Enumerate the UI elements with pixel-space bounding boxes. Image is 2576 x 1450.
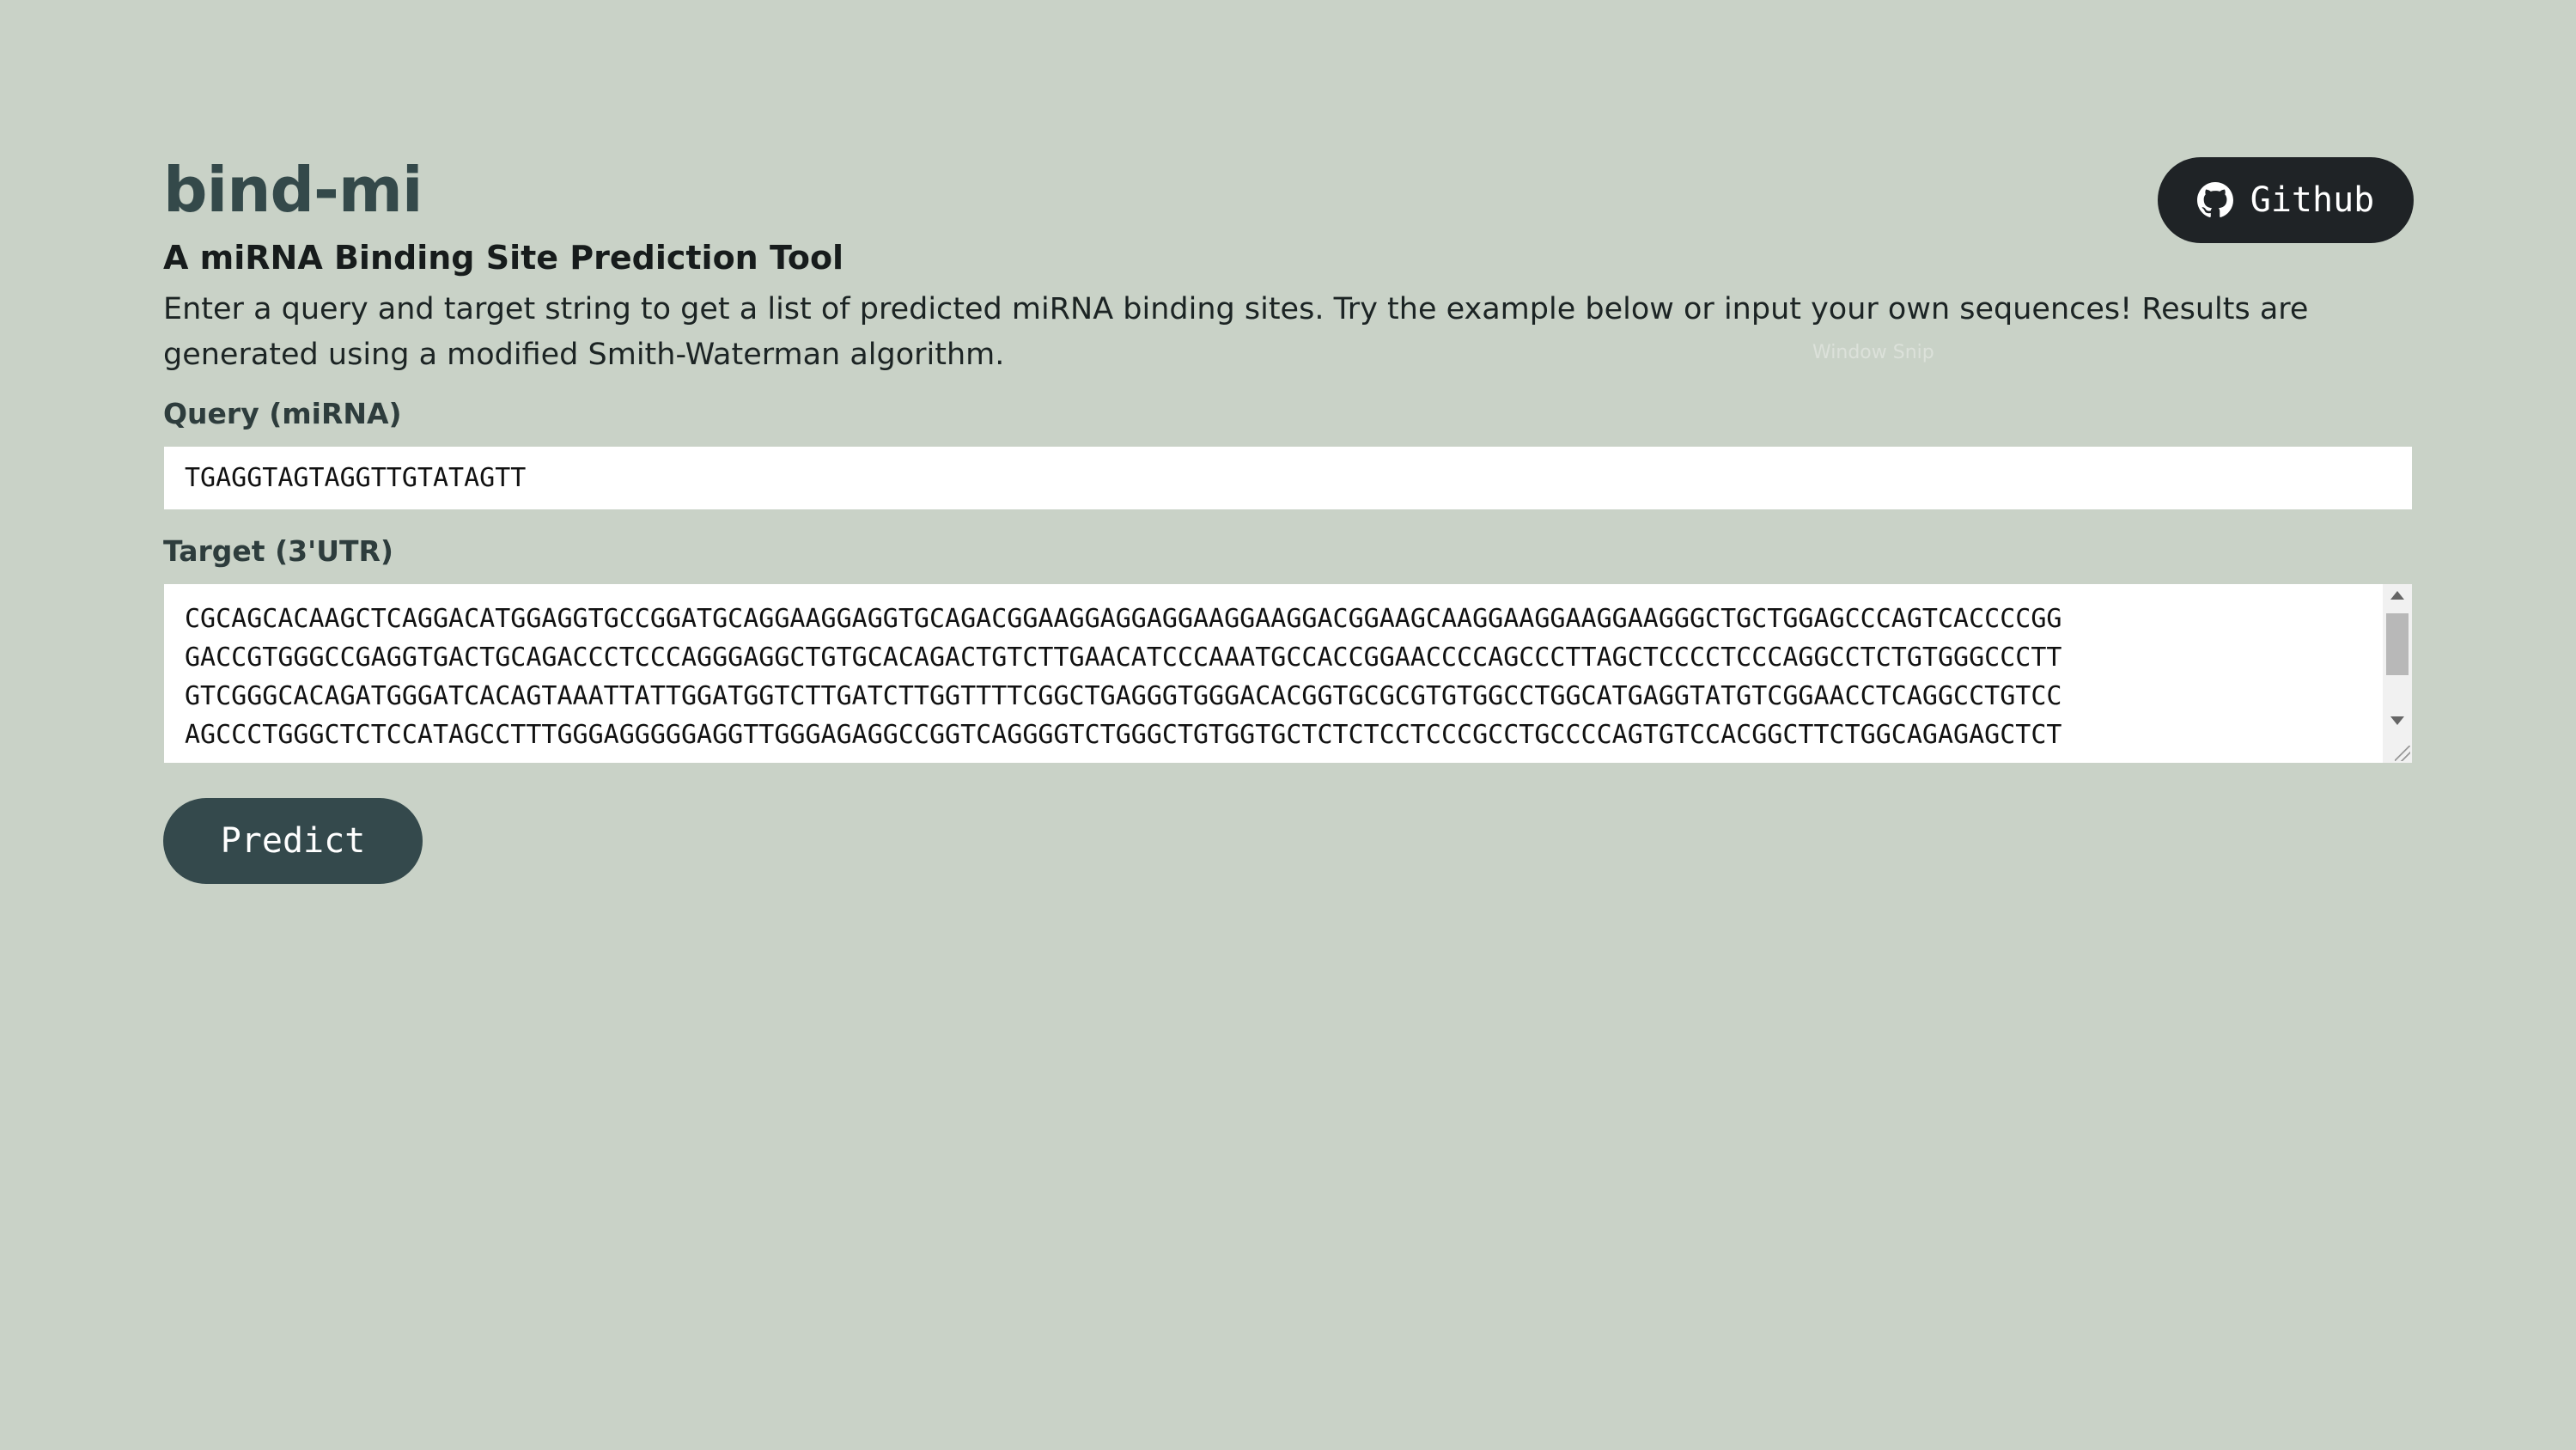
target-line: AGCCCTGGGCTCTCCATAGCCTTTGGGAGGGGGAGGTTGG…	[185, 720, 2062, 750]
watermark: Window Snip	[1812, 342, 1934, 363]
target-line: GTCGGGCACAGATGGGATCACAGTAAATTATTGGATGGTC…	[185, 681, 2062, 711]
scroll-down-arrow-icon[interactable]	[2390, 716, 2404, 725]
scrollbar-thumb[interactable]	[2386, 613, 2409, 675]
query-label: Query (miRNA)	[163, 397, 402, 430]
target-textarea[interactable]: CGCAGCACAAGCTCAGGACATGGAGGTGCCGGATGCAGGA…	[164, 584, 2412, 763]
target-line: GACCGTGGGCCGAGGTGACTGCAGACCCTCCCAGGGAGGC…	[185, 643, 2062, 673]
github-button[interactable]: Github	[2158, 157, 2414, 243]
predict-button[interactable]: Predict	[163, 798, 423, 884]
query-input[interactable]	[164, 447, 2412, 509]
resize-handle-icon[interactable]	[2395, 746, 2410, 761]
scroll-up-arrow-icon[interactable]	[2390, 591, 2404, 600]
target-line: CGCAGCACAAGCTCAGGACATGGAGGTGCCGGATGCAGGA…	[185, 604, 2062, 634]
page-description: Enter a query and target string to get a…	[163, 292, 2309, 372]
github-button-label: Github	[2250, 180, 2375, 220]
app-title: bind-mi	[163, 154, 423, 226]
github-icon	[2196, 182, 2233, 218]
target-label: Target (3'UTR)	[163, 534, 394, 568]
target-sequence[interactable]: CGCAGCACAAGCTCAGGACATGGAGGTGCCGGATGCAGGA…	[185, 600, 2366, 754]
target-scrollbar[interactable]	[2383, 584, 2412, 763]
page-subtitle: A miRNA Binding Site Prediction Tool	[163, 239, 844, 277]
